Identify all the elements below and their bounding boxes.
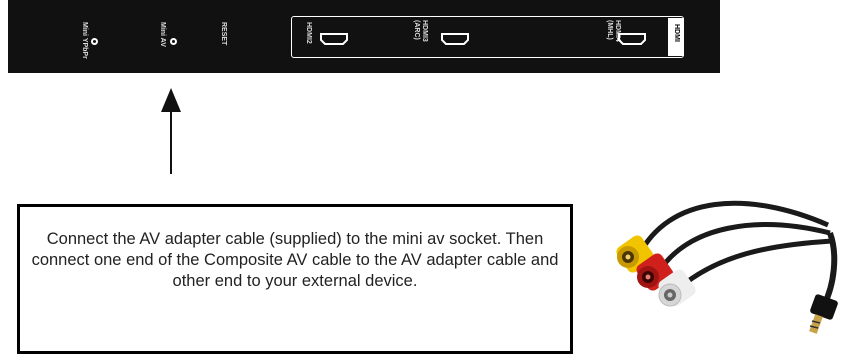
instruction-box: Connect the AV adapter cable (supplied) … xyxy=(17,204,573,354)
tv-rear-panel: Mini YPbPr Mini AV RESET HDMI2 HDMI3 (AR… xyxy=(8,0,720,73)
up-arrow-icon xyxy=(161,88,181,174)
mini-av-label: Mini AV xyxy=(159,22,166,47)
mini-ypbpr-label: Mini YPbPr xyxy=(81,22,88,59)
reset-label: RESET xyxy=(220,22,227,46)
hdmi3-port-icon xyxy=(441,33,469,45)
hdmi2-port-icon xyxy=(320,33,348,45)
hdmi3-label: HDMI3 (ARC) xyxy=(413,20,428,42)
hdmi-tab: HDMI xyxy=(668,18,684,56)
mini-ypbpr-jack xyxy=(91,38,98,45)
instruction-text: Connect the AV adapter cable (supplied) … xyxy=(31,230,559,290)
hdmi-tab-label: HDMI xyxy=(673,24,680,42)
hdmi4-port-icon xyxy=(618,33,646,45)
av-adapter-cable-image xyxy=(616,200,838,334)
mini-av-jack xyxy=(170,38,177,45)
hdmi2-label: HDMI2 xyxy=(305,22,312,44)
